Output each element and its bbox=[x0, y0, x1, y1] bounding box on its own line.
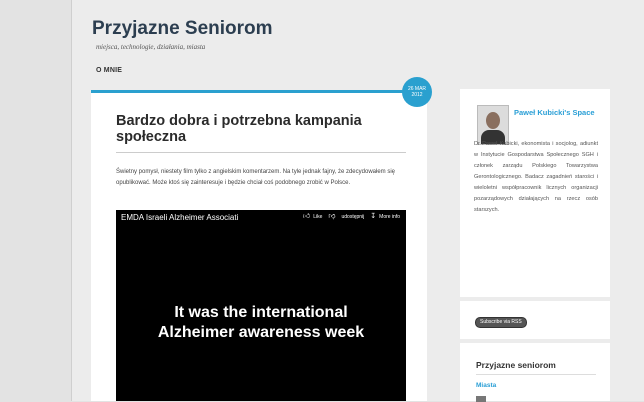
video-caption: It was the international Alzheimer aware… bbox=[116, 303, 406, 343]
video-title[interactable]: EMDA Israeli Alzheimer Associati bbox=[121, 213, 238, 222]
profile-name-link[interactable]: Paweł Kubicki's Space bbox=[514, 107, 599, 118]
date-badge: 26 MAR 2012 bbox=[402, 77, 432, 107]
post-divider bbox=[116, 152, 406, 153]
categories-widget: Przyjazne seniorom Miasta bbox=[460, 343, 610, 402]
share-button[interactable]: udostępnij bbox=[341, 214, 364, 220]
like-label: Like bbox=[313, 213, 323, 220]
rss-widget: Subscribe via RSS bbox=[460, 301, 610, 339]
post-title[interactable]: Bardzo dobra i potrzebna kampania społec… bbox=[116, 113, 406, 145]
dislike-button[interactable]: 👎︎ bbox=[328, 213, 335, 220]
video-caption-line-2: Alzheimer awareness week bbox=[157, 324, 365, 341]
share-label: udostępnij bbox=[341, 213, 365, 220]
avatar-head-shape bbox=[486, 112, 500, 129]
subscribe-rss-button[interactable]: Subscribe via RSS bbox=[475, 317, 527, 328]
site-title[interactable]: Przyjazne Seniorom bbox=[92, 18, 273, 40]
thumbs-down-icon: 👎︎ bbox=[328, 213, 336, 220]
categories-divider bbox=[476, 374, 596, 375]
video-player[interactable]: EMDA Israeli Alzheimer Associati 👍︎ Like… bbox=[116, 210, 406, 401]
profile-widget: Paweł Kubicki's Space Dr Paweł Kubicki, … bbox=[460, 89, 610, 297]
categories-title: Przyjazne seniorom bbox=[476, 360, 556, 370]
post-body: Świetny pomysł, niestety film tylko z an… bbox=[116, 169, 395, 186]
post-card: Bardzo dobra i potrzebna kampania społec… bbox=[91, 93, 427, 401]
info-icon: ↧ bbox=[370, 213, 377, 220]
like-button[interactable]: 👍︎ Like bbox=[303, 213, 323, 220]
category-link-miasta[interactable]: Miasta bbox=[476, 382, 496, 389]
date-year: 2012 bbox=[411, 92, 423, 98]
site-tagline: miejsca, technologie, działania, miasta bbox=[96, 43, 206, 51]
category-link-partial[interactable] bbox=[476, 396, 486, 402]
nav-item-o-mnie[interactable]: O MNIE bbox=[96, 67, 122, 74]
thumbs-up-icon: 👍︎ bbox=[302, 213, 311, 220]
video-controls: 👍︎ Like 👎︎ udostępnij ↧ More info bbox=[303, 213, 400, 220]
video-top-bar: EMDA Israeli Alzheimer Associati 👍︎ Like… bbox=[116, 210, 406, 224]
video-caption-line-1: It was the international bbox=[174, 304, 348, 321]
more-info-button[interactable]: ↧ More info bbox=[370, 213, 400, 220]
more-info-label: More info bbox=[379, 213, 400, 220]
profile-description: Dr Paweł Kubicki, ekonomista i socjolog,… bbox=[474, 141, 598, 213]
